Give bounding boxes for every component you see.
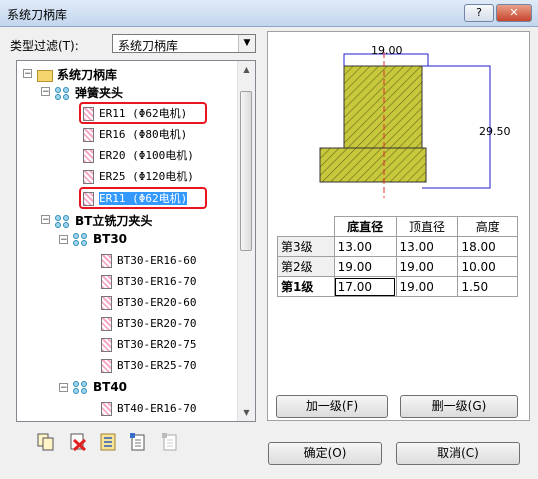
tree-item-bt30[interactable]: BT30-ER20-60 [101, 295, 196, 313]
delete-level-button[interactable]: 删一级(G) [400, 395, 518, 418]
level-table[interactable]: 底直径 顶直径 高度 第3级 13.00 13.00 18.00 第2级 19.… [277, 216, 518, 297]
holder-icon [101, 401, 112, 416]
collapse-icon[interactable]: − [23, 69, 32, 79]
tree-group-label: BT30 [93, 232, 128, 246]
table-cell[interactable]: 13.00 [395, 236, 459, 257]
holder-icon [101, 316, 112, 331]
column-header-height: 高度 [457, 216, 518, 237]
tree-item-label: BT30-ER16-70 [117, 275, 197, 288]
group-icon [73, 232, 89, 247]
table-cell[interactable]: 10.00 [457, 256, 518, 277]
table-corner [277, 216, 335, 237]
folder-icon [37, 69, 53, 82]
row-label: 第2级 [277, 256, 335, 277]
table-header-row: 底直径 顶直径 高度 [277, 216, 518, 237]
tree-item-bt40[interactable]: BT40-ER16-70 [101, 401, 196, 419]
holder-icon [83, 127, 94, 142]
table-cell[interactable]: 19.00 [395, 256, 459, 277]
group-icon [73, 380, 89, 395]
chevron-down-icon[interactable]: ▼ [238, 35, 255, 52]
import-icon[interactable] [160, 432, 180, 452]
holder-preview-drawing [319, 52, 491, 198]
table-cell-active[interactable]: 17.00 [333, 276, 397, 297]
tree-item-label: ER25 (Φ120电机) [99, 170, 194, 183]
column-header-top-diameter: 顶直径 [395, 216, 459, 237]
tree-item-bt30[interactable]: BT30-ER20-70 [101, 316, 196, 334]
row-label: 第3级 [277, 236, 335, 257]
holder-icon [101, 253, 112, 268]
holder-icon [101, 358, 112, 373]
ok-button[interactable]: 确定(O) [268, 442, 382, 465]
tree-item-label: ER20 (Φ100电机) [99, 149, 194, 162]
holder-tree[interactable]: − 系统刀柄库 − 弹簧夹头 ER11 (Φ62电机) ER16 (Φ80电机)… [16, 60, 256, 422]
tree-item-label: BT30-ER20-75 [117, 338, 197, 351]
selection-outline [79, 102, 207, 124]
collapse-icon[interactable]: − [41, 87, 50, 97]
tree-group-label: BT40 [93, 380, 128, 394]
column-header-bottom-diameter: 底直径 [333, 216, 397, 237]
tree-root-label: 系统刀柄库 [57, 68, 118, 82]
table-cell[interactable]: 19.00 [333, 256, 397, 277]
scroll-up-icon[interactable]: ▲ [238, 61, 255, 78]
export-icon[interactable] [128, 432, 148, 452]
tree-item-label: ER16 (Φ80电机) [99, 128, 188, 141]
tree-item-label: BT30-ER25-70 [117, 359, 197, 372]
type-filter-value: 系统刀柄库 [118, 39, 179, 53]
tree-item-er16[interactable]: ER16 (Φ80电机) [83, 126, 187, 144]
collapse-icon[interactable]: − [59, 383, 68, 393]
table-row[interactable]: 第1级 17.00 19.00 1.50 [277, 276, 518, 297]
table-cell[interactable]: 13.00 [333, 236, 397, 257]
type-filter-select[interactable]: 系统刀柄库 ▼ [112, 34, 256, 53]
tree-item-bt30[interactable]: BT30-ER20-75 [101, 337, 196, 355]
tree-item-bt30[interactable]: BT30-ER25-70 [101, 358, 196, 376]
delete-icon[interactable] [68, 432, 88, 452]
help-button[interactable]: ? [464, 4, 494, 22]
tree-group-label: BT立铣刀夹头 [75, 214, 153, 228]
type-filter-label: 类型过滤(T): [10, 39, 79, 53]
tree-scrollbar[interactable]: ▲ ▼ [237, 61, 255, 421]
collapse-icon[interactable]: − [59, 235, 68, 245]
row-label: 第1级 [277, 276, 335, 297]
copy-icon[interactable] [36, 432, 56, 452]
tree-group-label: 弹簧夹头 [75, 86, 124, 100]
top-diameter-dimension: 19.00 [371, 44, 403, 57]
holder-icon [101, 337, 112, 352]
table-row[interactable]: 第3级 13.00 13.00 18.00 [277, 236, 518, 257]
scroll-down-icon[interactable]: ▼ [238, 404, 255, 421]
holder-icon [101, 295, 112, 310]
add-level-button[interactable]: 加一级(F) [276, 395, 388, 418]
group-icon [55, 86, 71, 101]
tree-item-label: BT40-ER16-70 [117, 402, 197, 415]
window-title: 系统刀柄库 [7, 8, 68, 22]
list-icon[interactable] [98, 432, 118, 452]
holder-icon [83, 169, 94, 184]
holder-icon [83, 148, 94, 163]
group-icon [55, 214, 71, 229]
scroll-thumb[interactable] [240, 91, 252, 251]
tree-item-er20[interactable]: ER20 (Φ100电机) [83, 147, 194, 165]
collapse-icon[interactable]: − [41, 215, 50, 225]
tree-item-label: BT30-ER16-60 [117, 254, 197, 267]
title-bar: 系统刀柄库 ? ✕ [0, 0, 538, 27]
height-dimension: 29.50 [479, 125, 511, 138]
tree-item-bt30[interactable]: BT30-ER16-60 [101, 253, 196, 271]
holder-icon [101, 274, 112, 289]
close-button[interactable]: ✕ [496, 4, 532, 22]
table-cell[interactable]: 1.50 [457, 276, 518, 297]
tree-item-er25[interactable]: ER25 (Φ120电机) [83, 168, 194, 186]
tree-item-label: BT30-ER20-70 [117, 317, 197, 330]
table-row[interactable]: 第2级 19.00 19.00 10.00 [277, 256, 518, 277]
selection-outline [79, 187, 207, 209]
table-cell[interactable]: 18.00 [457, 236, 518, 257]
tree-item-label: BT30-ER20-60 [117, 296, 197, 309]
tree-item-bt30[interactable]: BT30-ER16-70 [101, 274, 196, 292]
table-cell[interactable]: 19.00 [395, 276, 459, 297]
cancel-button[interactable]: 取消(C) [396, 442, 520, 465]
